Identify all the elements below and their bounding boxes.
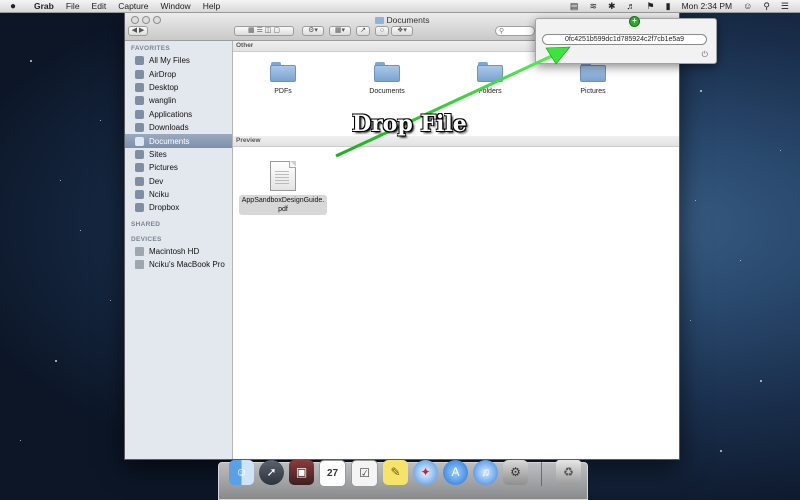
folder-icon (374, 62, 400, 82)
menu-window[interactable]: Window (160, 1, 190, 11)
spotlight-icon[interactable]: ⚲ (763, 1, 770, 12)
sidebar-item-desktop[interactable]: Desktop (125, 81, 232, 94)
folder-item-pictures[interactable]: Pictures (558, 62, 628, 95)
arrange-button[interactable]: ▦▾ (329, 26, 351, 36)
grab-popover: 0fc4251b599dc1d785924c2f7cb1e5a9 ⏻ (535, 18, 717, 64)
sidebar-item-dropbox[interactable]: Dropbox (125, 201, 232, 214)
menu-help[interactable]: Help (203, 1, 220, 11)
search-field[interactable]: ⚲ (495, 26, 535, 36)
system-preferences-icon[interactable]: ⚙ (503, 460, 528, 485)
battery-icon[interactable]: ▮ (666, 1, 671, 12)
finder-content: Other PDFs Documents Folders Pictures Pr… (233, 41, 679, 459)
folder-icon (580, 62, 606, 82)
menu-bar: ● Grab File Edit Capture Window Help ▤ ≋… (0, 0, 800, 13)
documents-icon (135, 136, 144, 146)
add-badge-icon: + (629, 16, 640, 27)
menu-app-name[interactable]: Grab (34, 1, 54, 11)
menu-file[interactable]: File (66, 1, 80, 11)
pictures-icon (135, 163, 144, 173)
airdrop-icon (135, 69, 144, 79)
sidebar-item-all-my-files[interactable]: All My Files (125, 54, 232, 67)
sites-folder-icon (135, 149, 144, 159)
sidebar-item-documents[interactable]: Documents (125, 134, 232, 148)
folder-icon (374, 17, 384, 24)
desktop-icon (135, 82, 144, 92)
folder-icon (270, 62, 296, 82)
dev-folder-icon (135, 176, 144, 186)
downloads-icon (135, 123, 144, 133)
sidebar-item-macbook-pro[interactable]: Nciku's MacBook Pro (125, 258, 232, 271)
laptop-icon (135, 260, 144, 270)
folder-item-documents[interactable]: Documents (352, 62, 422, 95)
menu-edit[interactable]: Edit (92, 1, 107, 11)
sidebar-header-shared: SHARED (131, 220, 161, 228)
calendar-icon[interactable]: 27 (319, 460, 346, 487)
finder-icon[interactable]: ☺ (229, 460, 254, 485)
folder-icon (477, 62, 503, 82)
power-icon[interactable]: ⏻ (702, 50, 708, 60)
sidebar-item-dev[interactable]: Dev (125, 175, 232, 188)
sidebar-header-devices: DEVICES (131, 235, 162, 243)
edit-tags-button[interactable]: ○ (375, 26, 389, 36)
sidebar-item-applications[interactable]: Applications (125, 108, 232, 121)
folder-item-pdfs[interactable]: PDFs (248, 62, 318, 95)
pdf-document-icon (270, 161, 296, 191)
group-preview-items: AppSandboxDesignGuide. pdf (233, 147, 679, 227)
file-hash-field[interactable]: 0fc4251b599dc1d785924c2f7cb1e5a9 (542, 34, 707, 45)
stickies-icon[interactable]: ✎ (383, 460, 408, 485)
bluetooth-icon[interactable]: ✱ (608, 1, 616, 12)
applications-icon (135, 109, 144, 119)
share-button[interactable]: ↗ (356, 26, 370, 36)
search-icon: ⚲ (499, 28, 505, 35)
trash-icon[interactable]: ♻ (556, 460, 581, 485)
action-gear-button[interactable]: ⚙▾ (302, 26, 324, 36)
sidebar-item-sites[interactable]: Sites (125, 148, 232, 161)
photo-booth-icon[interactable]: ▣ (289, 460, 314, 485)
all-files-icon (135, 56, 144, 66)
reminders-icon[interactable]: ☑ (351, 460, 378, 487)
sidebar-header-favorites: FAVORITES (131, 45, 171, 52)
dock-separator (541, 462, 542, 486)
itunes-icon[interactable]: ♫ (473, 460, 498, 485)
sidebar-item-wanglin[interactable]: wanglin (125, 94, 232, 107)
nciku-folder-icon (135, 190, 144, 200)
view-mode-buttons[interactable]: ▦ ☰ ◫ ▢ (234, 26, 294, 36)
back-forward-buttons[interactable]: ◀ ▶ (128, 26, 148, 36)
sidebar-item-nciku[interactable]: Nciku (125, 188, 232, 201)
launchpad-icon[interactable]: ➚ (259, 460, 284, 485)
apple-menu-icon[interactable]: ● (10, 1, 20, 12)
sidebar-item-macintosh-hd[interactable]: Macintosh HD (125, 245, 232, 258)
app-status-icon[interactable]: ▤ (570, 1, 579, 12)
group-header-preview: Preview (233, 136, 679, 147)
finder-window: Documents ◀ ▶ ▦ ☰ ◫ ▢ ⚙▾ ▦▾ ↗ ○ ❖▾ ⚲ FAV… (124, 12, 680, 460)
sidebar-item-downloads[interactable]: Downloads (125, 121, 232, 134)
home-icon (135, 96, 144, 106)
safari-icon[interactable]: ✦ (413, 460, 438, 485)
hard-disk-icon (135, 246, 144, 256)
file-name-label: AppSandboxDesignGuide. pdf (238, 195, 328, 215)
list-icon[interactable]: ☰ (781, 1, 789, 12)
clock[interactable]: Mon 2:34 PM (682, 1, 733, 11)
drop-file-caption: Drop File (352, 111, 467, 137)
app-store-icon[interactable]: A (443, 460, 468, 485)
volume-icon[interactable]: ♬ (627, 1, 636, 11)
menu-capture[interactable]: Capture (118, 1, 148, 11)
finder-sidebar: FAVORITES All My Files AirDrop Desktop w… (125, 41, 233, 459)
wifi-icon[interactable]: ≋ (589, 1, 597, 12)
sidebar-item-pictures[interactable]: Pictures (125, 161, 232, 174)
dropbox-toolbar-button[interactable]: ❖▾ (391, 26, 413, 36)
dock: ☺ ➚ ▣ 27 ☑ ✎ ✦ A ♫ ⚙ ♻ (218, 460, 588, 500)
user-icon[interactable]: ☺ (743, 1, 752, 11)
file-item-appsandboxdesignguide[interactable]: AppSandboxDesignGuide. pdf (237, 161, 329, 215)
folder-item-folders[interactable]: Folders (455, 62, 525, 95)
dropbox-icon (135, 203, 144, 213)
sidebar-item-airdrop[interactable]: AirDrop (125, 67, 232, 80)
flag-icon[interactable]: ⚑ (647, 1, 655, 12)
